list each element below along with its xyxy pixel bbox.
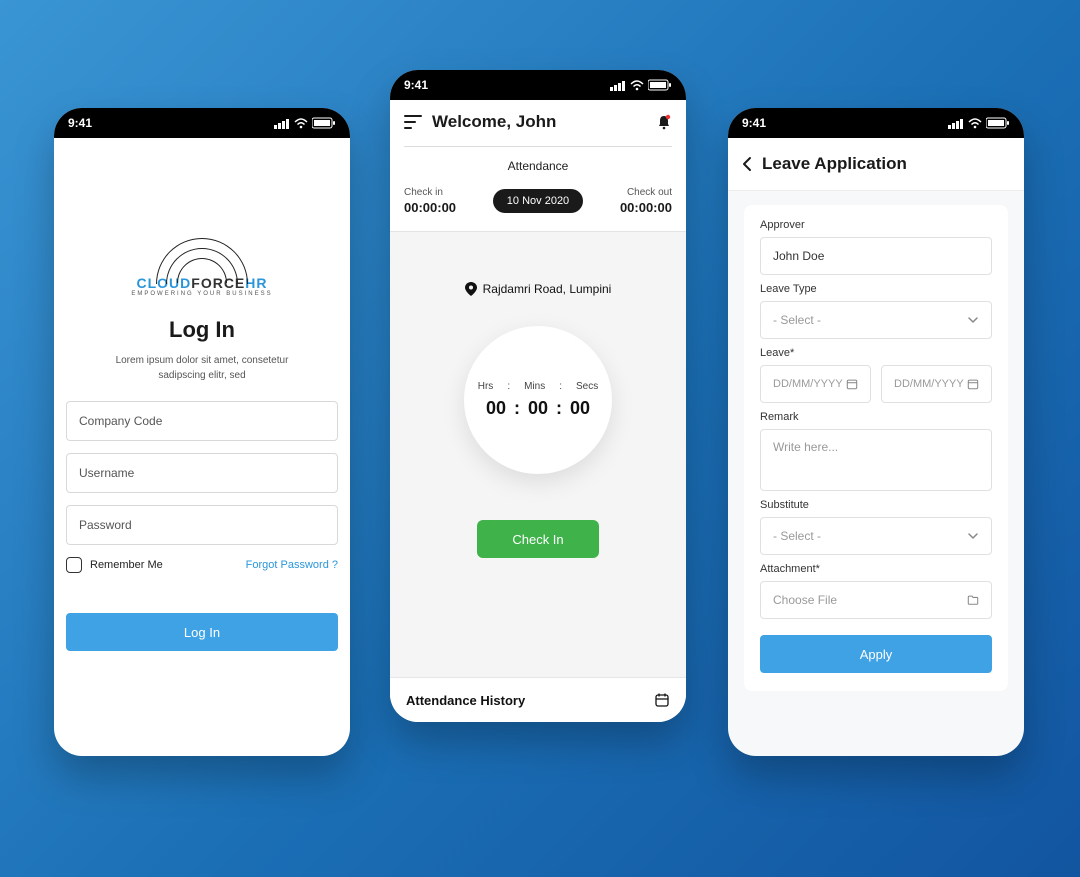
signal-icon bbox=[610, 79, 626, 91]
leave-to-date-input[interactable]: DD/MM/YYYY bbox=[881, 365, 992, 403]
substitute-select[interactable]: - Select - bbox=[760, 517, 992, 555]
remark-label: Remark bbox=[760, 411, 992, 423]
status-bar: 9:41 bbox=[54, 108, 350, 138]
leave-from-date-input[interactable]: DD/MM/YYYY bbox=[760, 365, 871, 403]
login-description: Lorem ipsum dolor sit amet, consetetur s… bbox=[94, 353, 310, 383]
remember-checkbox[interactable] bbox=[66, 557, 82, 573]
timer-hours: 00 bbox=[486, 398, 506, 419]
history-label: Attendance History bbox=[406, 693, 525, 708]
folder-icon bbox=[967, 594, 979, 606]
checkin-button[interactable]: Check In bbox=[477, 520, 599, 558]
app-logo: CLOUDFORCEHR EMPOWERING YOUR BUSINESS bbox=[66, 238, 338, 297]
status-time: 9:41 bbox=[742, 116, 766, 130]
phone-attendance: 9:41 Welcome, John Attendance Check in bbox=[390, 70, 686, 722]
phone-login: 9:41 CLOUDFORCEHR EMPOWERING YOUR BUSINE… bbox=[54, 108, 350, 756]
phone-leave-application: 9:41 Leave Application Approver John Doe… bbox=[728, 108, 1024, 756]
approver-label: Approver bbox=[760, 219, 992, 231]
wifi-icon bbox=[294, 118, 308, 129]
forgot-password-link[interactable]: Forgot Password ? bbox=[246, 559, 338, 571]
status-time: 9:41 bbox=[404, 78, 428, 92]
welcome-text: Welcome, John bbox=[432, 112, 646, 132]
attachment-label: Attachment* bbox=[760, 563, 992, 575]
location-pin-icon bbox=[465, 282, 477, 296]
attachment-input[interactable]: Choose File bbox=[760, 581, 992, 619]
attendance-section-title: Attendance bbox=[404, 159, 672, 173]
checkout-value: 00:00:00 bbox=[620, 200, 672, 215]
leave-type-select[interactable]: - Select - bbox=[760, 301, 992, 339]
signal-icon bbox=[948, 117, 964, 129]
date-badge[interactable]: 10 Nov 2020 bbox=[493, 189, 583, 213]
leave-type-label: Leave Type bbox=[760, 283, 992, 295]
status-icons bbox=[274, 117, 336, 129]
timer-display: Hrs: Mins: Secs 00: 00: 00 bbox=[464, 326, 612, 474]
checkin-value: 00:00:00 bbox=[404, 200, 456, 215]
status-icons bbox=[610, 79, 672, 91]
checkout-label: Check out bbox=[620, 187, 672, 198]
checkin-label: Check in bbox=[404, 187, 456, 198]
battery-icon bbox=[312, 117, 336, 129]
page-title: Leave Application bbox=[762, 154, 907, 174]
company-code-input[interactable] bbox=[66, 401, 338, 441]
timer-seconds: 00 bbox=[570, 398, 590, 419]
signal-icon bbox=[274, 117, 290, 129]
calendar-icon bbox=[846, 378, 858, 390]
status-bar: 9:41 bbox=[390, 70, 686, 100]
attendance-history-row[interactable]: Attendance History bbox=[390, 677, 686, 722]
battery-icon bbox=[648, 79, 672, 91]
back-icon[interactable] bbox=[742, 156, 752, 172]
calendar-icon bbox=[967, 378, 979, 390]
status-bar: 9:41 bbox=[728, 108, 1024, 138]
password-input[interactable] bbox=[66, 505, 338, 545]
login-title: Log In bbox=[66, 317, 338, 343]
notification-bell-icon[interactable] bbox=[656, 114, 672, 130]
substitute-label: Substitute bbox=[760, 499, 992, 511]
remember-label: Remember Me bbox=[90, 559, 163, 571]
menu-icon[interactable] bbox=[404, 115, 422, 129]
wifi-icon bbox=[968, 118, 982, 129]
chevron-down-icon bbox=[967, 530, 979, 542]
calendar-icon bbox=[654, 692, 670, 708]
remark-textarea[interactable]: Write here... bbox=[760, 429, 992, 491]
username-input[interactable] bbox=[66, 453, 338, 493]
timer-minutes: 00 bbox=[528, 398, 548, 419]
wifi-icon bbox=[630, 80, 644, 91]
login-button[interactable]: Log In bbox=[66, 613, 338, 651]
approver-input[interactable]: John Doe bbox=[760, 237, 992, 275]
status-time: 9:41 bbox=[68, 116, 92, 130]
battery-icon bbox=[986, 117, 1010, 129]
status-icons bbox=[948, 117, 1010, 129]
location-text: Rajdamri Road, Lumpini bbox=[483, 282, 612, 296]
leave-period-label: Leave* bbox=[760, 347, 992, 359]
apply-button[interactable]: Apply bbox=[760, 635, 992, 673]
chevron-down-icon bbox=[967, 314, 979, 326]
